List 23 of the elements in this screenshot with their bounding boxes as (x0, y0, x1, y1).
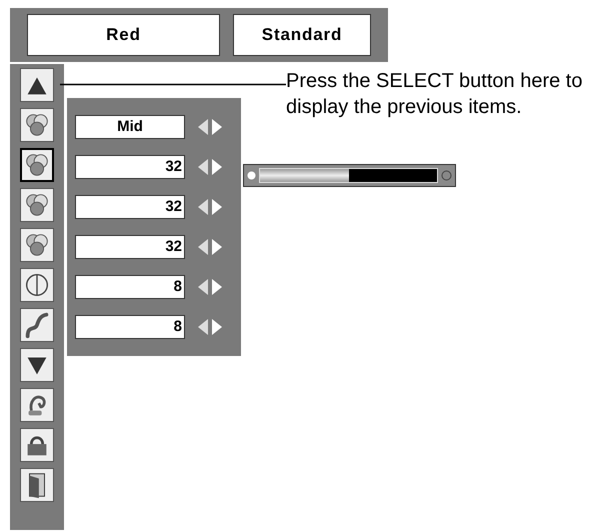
min-dot-icon (247, 171, 256, 180)
menu-icon-button[interactable] (20, 188, 54, 222)
menu-icon-button[interactable] (20, 268, 54, 302)
menu-icon-button[interactable] (20, 148, 54, 182)
menu-icon-button[interactable] (20, 108, 54, 142)
number-value-field[interactable]: 32 (75, 195, 185, 219)
menu-icon-button[interactable] (20, 428, 54, 462)
max-dot-icon (441, 170, 452, 181)
number-value-field[interactable]: 32 (75, 155, 185, 179)
menu-icon-button[interactable] (20, 388, 54, 422)
menu-icon-button[interactable] (20, 228, 54, 262)
callout-text: Press the SELECT button here to display the previous items. (286, 69, 584, 120)
number-value-field[interactable]: 32 (75, 235, 185, 259)
slider[interactable] (243, 164, 456, 187)
mode-setting[interactable]: Standard (232, 14, 371, 56)
number-value-field[interactable]: 8 (75, 275, 185, 299)
mode-value-field[interactable]: Mid (75, 115, 185, 139)
menu-icon-button[interactable] (20, 68, 54, 102)
menu-icon-button[interactable] (20, 468, 54, 502)
number-value-field[interactable]: 8 (75, 315, 185, 339)
color-setting[interactable]: Red (27, 14, 220, 56)
menu-icon-button[interactable] (20, 308, 54, 342)
menu-icon-button[interactable] (20, 348, 54, 382)
